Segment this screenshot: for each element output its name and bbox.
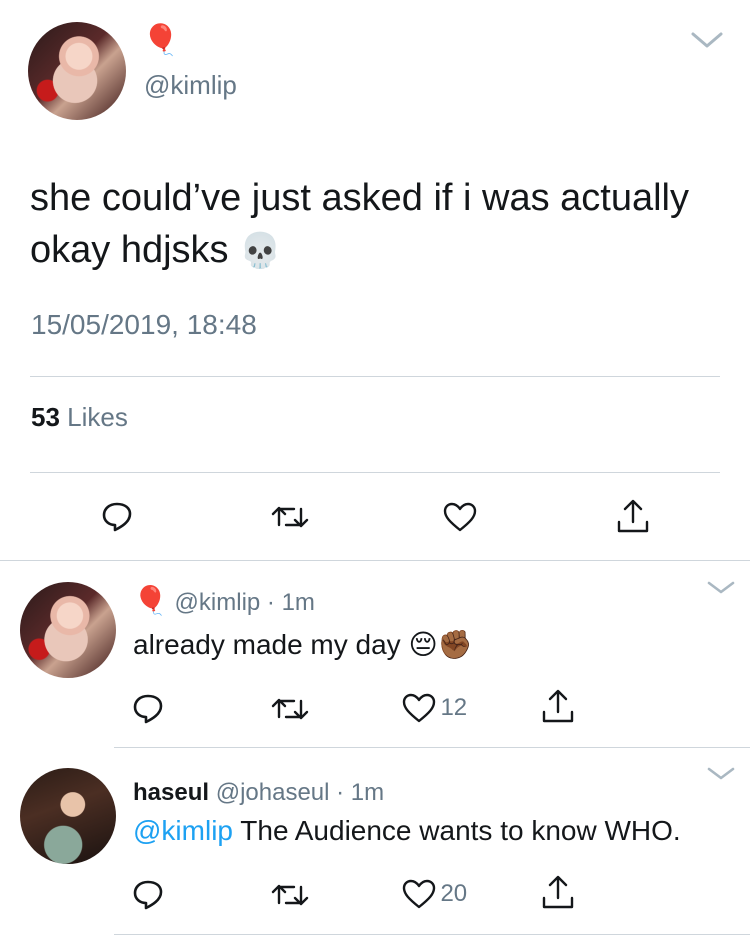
like-icon[interactable] bbox=[443, 502, 477, 532]
reply-time: · 1m bbox=[336, 779, 385, 806]
divider bbox=[114, 747, 750, 748]
reply-header: haseul @johaseul · 1m bbox=[133, 774, 384, 810]
reply-text: already made my day 😔✊🏾 bbox=[133, 626, 473, 664]
main-handle[interactable]: @kimlip bbox=[144, 70, 237, 100]
like-count: 20 bbox=[440, 880, 468, 907]
divider bbox=[114, 934, 750, 935]
retweet-icon[interactable] bbox=[270, 503, 310, 531]
like-button[interactable]: 12 bbox=[402, 693, 467, 723]
retweet-icon[interactable] bbox=[270, 695, 310, 723]
reply-time: · 1m bbox=[266, 589, 315, 616]
share-icon[interactable] bbox=[540, 874, 576, 910]
reply-name-emoji: 🎈 bbox=[133, 585, 168, 616]
reply-display-name[interactable]: haseul bbox=[133, 779, 209, 806]
reply-emojis: 😔✊🏾 bbox=[408, 629, 473, 660]
share-icon[interactable] bbox=[540, 688, 576, 724]
reply-icon[interactable] bbox=[132, 878, 164, 910]
reply-mention[interactable]: @kimlip bbox=[133, 815, 233, 846]
main-timestamp[interactable]: 15/05/2019, 18:48 bbox=[31, 308, 257, 342]
retweet-icon[interactable] bbox=[270, 881, 310, 909]
likes-label: Likes bbox=[67, 402, 128, 432]
like-icon bbox=[402, 693, 436, 723]
reply-handle[interactable]: @kimlip bbox=[175, 589, 261, 616]
main-avatar[interactable] bbox=[28, 22, 126, 120]
like-count: 12 bbox=[440, 694, 468, 721]
chevron-down-icon[interactable] bbox=[706, 766, 736, 782]
main-name-emoji: 🎈 bbox=[142, 24, 180, 57]
main-tweet-body: she could’ve just asked if i was actuall… bbox=[30, 177, 689, 271]
like-icon bbox=[402, 879, 436, 909]
skull-emoji: 💀 bbox=[239, 232, 282, 270]
reply-handle[interactable]: @johaseul bbox=[216, 779, 330, 806]
reply-avatar[interactable] bbox=[20, 582, 116, 678]
divider bbox=[30, 376, 720, 377]
share-icon[interactable] bbox=[615, 498, 651, 534]
main-tweet-text: she could’ve just asked if i was actuall… bbox=[30, 172, 690, 277]
likes-summary[interactable]: 53 Likes bbox=[31, 402, 128, 432]
reply-body: The Audience wants to know WHO. bbox=[240, 815, 681, 846]
reply-text: @kimlip The Audience wants to know WHO. bbox=[133, 812, 681, 850]
reply-avatar[interactable] bbox=[20, 768, 116, 864]
reply-icon[interactable] bbox=[132, 692, 164, 724]
chevron-down-icon[interactable] bbox=[690, 30, 724, 50]
divider bbox=[30, 472, 720, 473]
likes-count: 53 bbox=[31, 402, 60, 432]
chevron-down-icon[interactable] bbox=[706, 580, 736, 596]
divider bbox=[0, 560, 750, 561]
reply-icon[interactable] bbox=[101, 500, 133, 532]
reply-header: 🎈 @kimlip · 1m bbox=[133, 584, 315, 620]
like-button[interactable]: 20 bbox=[402, 879, 467, 909]
reply-body: already made my day bbox=[133, 629, 401, 660]
